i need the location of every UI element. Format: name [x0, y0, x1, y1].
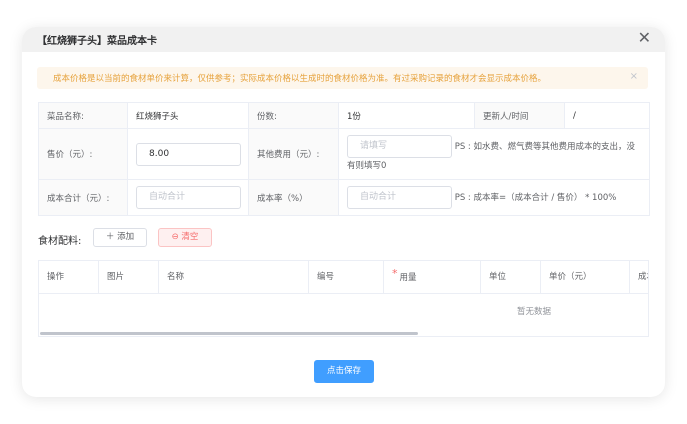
col-action: 操作 — [39, 261, 99, 293]
notice-alert: 成本价格是以当前的食材单价来计算，仅供参考；实际成本价格以生成时的食材价格为准。… — [37, 67, 648, 89]
price-cell: 8.00 — [127, 128, 249, 180]
cost-rate-input[interactable]: 自动合计 — [347, 186, 452, 209]
updater-label: 更新人/时间 — [474, 102, 565, 129]
cost-rate-note: PS : 成本率=（成本合计 / 售价） * 100% — [454, 193, 617, 203]
col-cost: 成本 — [638, 272, 648, 282]
notice-text: 成本价格是以当前的食材单价来计算，仅供参考；实际成本价格以生成时的食材价格为准。… — [53, 74, 547, 84]
ingredients-table-header: 操作 图片 名称 编号 *用量 单位 单价（元） 成本 — [39, 261, 648, 294]
col-name: 名称 — [159, 261, 309, 293]
cost-card-dialog: 【红烧狮子头】菜品成本卡 ✕ 成本价格是以当前的食材单价来计算，仅供参考；实际成… — [22, 27, 665, 397]
cost-total-label: 成本合计（元）: — [38, 179, 128, 216]
horizontal-scrollbar[interactable] — [40, 332, 418, 335]
updater-value: / — [564, 102, 650, 129]
empty-state: 暂无数据 — [516, 307, 551, 317]
cost-total-input[interactable]: 自动合计 — [136, 186, 241, 209]
col-unit: 单位 — [481, 261, 541, 293]
clear-ingredients-button[interactable]: ⊖ 清空 — [158, 228, 212, 247]
col-unit-price: 单价（元） — [541, 261, 630, 293]
add-ingredient-button[interactable]: ＋ 添加 — [93, 228, 147, 247]
portion-label: 份数: — [248, 102, 339, 129]
price-input[interactable]: 8.00 — [136, 142, 241, 166]
required-mark: * — [392, 267, 398, 280]
cost-total-cell: 自动合计 — [127, 179, 249, 216]
ingredients-label: 食材配料: — [38, 236, 82, 247]
col-code: 编号 — [309, 261, 384, 293]
dish-name-value: 红烧狮子头 — [127, 102, 249, 129]
alert-close-icon[interactable]: × — [630, 71, 638, 82]
dialog-header: 【红烧狮子头】菜品成本卡 ✕ — [22, 27, 665, 52]
dialog-title: 【红烧狮子头】菜品成本卡 — [37, 36, 157, 47]
col-amount-label: 用量 — [399, 273, 417, 283]
price-label: 售价（元）: — [38, 128, 128, 180]
col-amount: * 用量 — [384, 261, 481, 293]
close-icon[interactable]: ✕ — [638, 27, 651, 49]
cost-rate-cell: 自动合计 PS : 成本率=（成本合计 / 售价） * 100% — [338, 179, 650, 216]
other-cost-label: 其他费用（元）: — [248, 128, 339, 180]
col-image: 图片 — [99, 261, 159, 293]
other-cost-input[interactable]: 请填写 — [347, 134, 452, 158]
dish-info-table: 菜品名称: 红烧狮子头 份数: 1份 更新人/时间 / 售价（元）: 8.00 … — [38, 102, 650, 216]
save-button[interactable]: 点击保存 — [314, 360, 374, 383]
other-cost-cell: 请填写 PS : 如水费、燃气费等其他费用成本的支出，没有则填写0 — [338, 128, 650, 180]
portion-value: 1份 — [338, 102, 475, 129]
ingredients-table: 操作 图片 名称 编号 *用量 单位 单价（元） 成本 暂无数据 — [38, 260, 649, 337]
cost-rate-label: 成本率（%） — [248, 179, 339, 216]
dish-name-label: 菜品名称: — [38, 102, 128, 129]
